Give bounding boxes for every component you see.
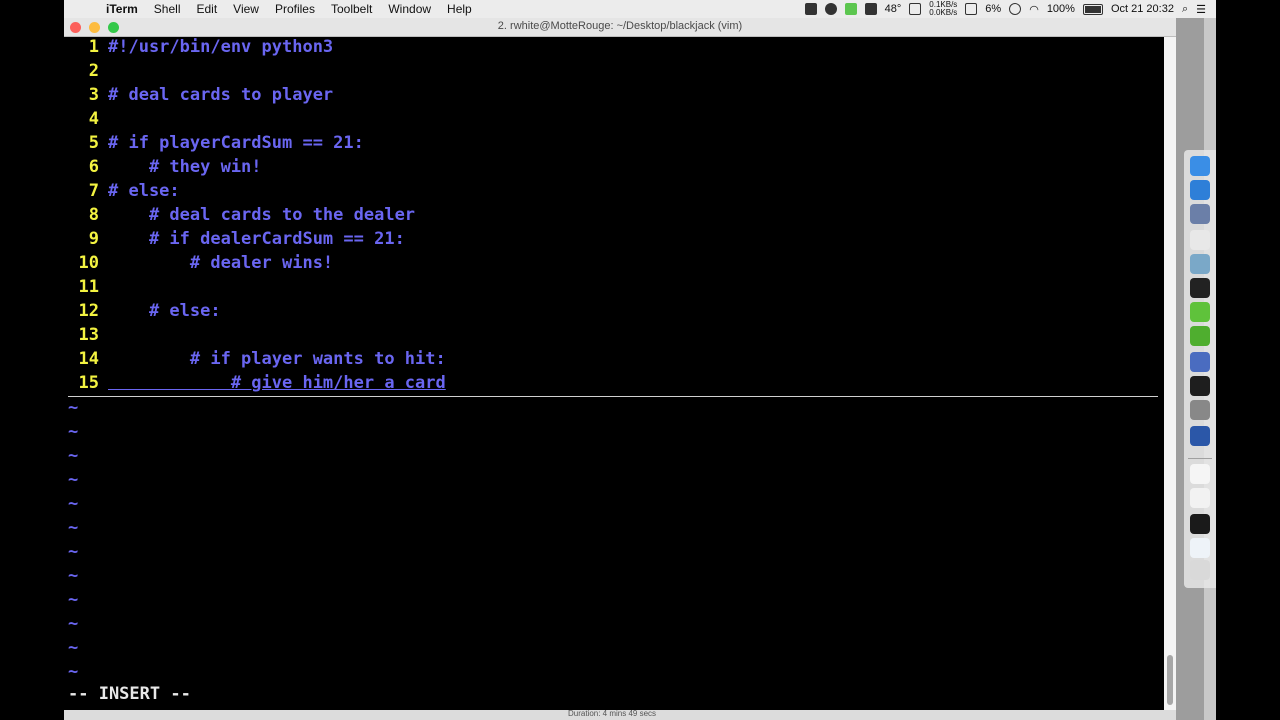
code-text[interactable]: # if player wants to hit: xyxy=(108,347,446,371)
code-text[interactable]: # they win! xyxy=(108,155,262,179)
preview-icon[interactable] xyxy=(1190,204,1210,224)
code-text[interactable]: # dealer wins! xyxy=(108,251,333,275)
code-text[interactable]: # if dealerCardSum == 21: xyxy=(108,227,405,251)
sync-icon[interactable] xyxy=(824,3,837,15)
scrollbar[interactable] xyxy=(1164,37,1176,710)
empty-line-tilde: ~ xyxy=(68,470,79,490)
menu-iterm[interactable]: iTerm xyxy=(106,2,138,16)
network-speed[interactable]: 0.1KB/s 0.0KB/s xyxy=(929,1,957,17)
gear-icon[interactable] xyxy=(1190,400,1210,420)
code-text[interactable]: # if playerCardSum == 21: xyxy=(108,131,364,155)
empty-line-tilde: ~ xyxy=(68,422,79,442)
scrollbar-thumb[interactable] xyxy=(1167,655,1173,705)
notification-center-icon[interactable]: ☰ xyxy=(1196,3,1206,16)
leaf-icon[interactable] xyxy=(1190,302,1210,322)
spotlight-icon[interactable]: ⌕ xyxy=(1182,3,1188,16)
empty-line-tilde: ~ xyxy=(68,638,79,658)
menu-toolbelt[interactable]: Toolbelt xyxy=(331,2,372,16)
window-split-line xyxy=(68,396,1158,397)
line-number: 9 xyxy=(88,229,99,249)
duration-label: Duration: 4 mins 49 secs xyxy=(568,710,657,718)
terminal-thumb-icon[interactable] xyxy=(1190,514,1210,534)
dock-separator xyxy=(1188,458,1212,459)
empty-line-tilde: ~ xyxy=(68,566,79,586)
document-icon-3[interactable] xyxy=(1190,538,1210,558)
battery-readout[interactable]: 100% xyxy=(1047,3,1075,15)
menu-window[interactable]: Window xyxy=(388,2,431,16)
empty-line-tilde: ~ xyxy=(68,542,79,562)
dropbox-icon[interactable] xyxy=(804,3,817,15)
line-number: 3 xyxy=(88,85,99,105)
empty-line-tilde: ~ xyxy=(68,398,79,418)
code-text[interactable]: # else: xyxy=(108,179,180,203)
empty-line-tilde: ~ xyxy=(68,590,79,610)
line-number: 2 xyxy=(88,61,99,81)
document-icon[interactable] xyxy=(1190,464,1210,484)
code-text[interactable]: #!/usr/bin/env python3 xyxy=(108,35,333,59)
line-number: 11 xyxy=(78,277,99,297)
empty-line-tilde: ~ xyxy=(68,494,79,514)
line-number: 5 xyxy=(88,133,99,153)
cpu-readout[interactable]: 6% xyxy=(985,3,1001,15)
time-machine-icon[interactable] xyxy=(1009,3,1022,15)
line-number: 1 xyxy=(88,37,99,57)
finder-icon[interactable] xyxy=(1190,156,1210,176)
monitor-icon[interactable] xyxy=(909,3,922,15)
line-number: 4 xyxy=(88,109,99,129)
memory-icon[interactable] xyxy=(965,3,978,15)
calendar-icon[interactable] xyxy=(1190,230,1210,250)
network-icon[interactable] xyxy=(1190,352,1210,372)
window-title: 2. rwhite@MotteRouge: ~/Desktop/blackjac… xyxy=(497,20,743,32)
empty-line-tilde: ~ xyxy=(68,662,79,682)
empty-line-tilde: ~ xyxy=(68,518,79,538)
line-number: 14 xyxy=(78,349,99,369)
code-text[interactable]: # give him/her a card xyxy=(108,371,446,395)
vim-mode-indicator: -- INSERT -- xyxy=(68,684,191,704)
menu-view[interactable]: View xyxy=(233,2,259,16)
line-number: 7 xyxy=(88,181,99,201)
terminal-area[interactable]: -- INSERT -- 1 #!/usr/bin/env python3 2 3 # … xyxy=(64,37,1164,710)
video-icon[interactable] xyxy=(1190,426,1210,446)
line-number: 15 xyxy=(78,373,99,393)
menu-profiles[interactable]: Profiles xyxy=(275,2,315,16)
code-text[interactable]: # else: xyxy=(108,299,221,323)
leaf-icon-2[interactable] xyxy=(1190,326,1210,346)
trash-icon[interactable] xyxy=(1190,560,1210,580)
menu-bar: iTerm Shell Edit View Profiles Toolbelt … xyxy=(64,0,1216,18)
safari-icon[interactable] xyxy=(1190,180,1210,200)
menu-shell[interactable]: Shell xyxy=(154,2,181,16)
status-tray: 48° 0.1KB/s 0.0KB/s 6% ◠ 100% Oct 21 20:… xyxy=(804,1,1216,17)
document-icon-2[interactable] xyxy=(1190,488,1210,508)
window-bottom-bar: Duration: 4 mins 49 secs xyxy=(64,710,1176,720)
wifi-icon[interactable]: ◠ xyxy=(1029,3,1039,16)
battery-icon[interactable] xyxy=(1082,3,1103,15)
code-text[interactable]: # deal cards to player xyxy=(108,83,333,107)
line-number: 8 xyxy=(88,205,99,225)
photos-icon[interactable] xyxy=(1190,254,1210,274)
camera-icon[interactable] xyxy=(864,3,877,15)
line-number: 13 xyxy=(78,325,99,345)
dock xyxy=(1184,150,1216,588)
line-number: 6 xyxy=(88,157,99,177)
menu-edit[interactable]: Edit xyxy=(196,2,217,16)
temperature-readout[interactable]: 48° xyxy=(885,3,902,15)
code-text[interactable]: # deal cards to the dealer xyxy=(108,203,415,227)
menu-help[interactable]: Help xyxy=(447,2,472,16)
evernote-icon[interactable] xyxy=(844,3,857,15)
line-number: 12 xyxy=(78,301,99,321)
empty-line-tilde: ~ xyxy=(68,446,79,466)
net-down: 0.0KB/s xyxy=(929,8,958,17)
empty-line-tilde: ~ xyxy=(68,614,79,634)
clock[interactable]: Oct 21 20:32 xyxy=(1111,3,1174,15)
bird-icon[interactable] xyxy=(1190,376,1210,396)
line-number: 10 xyxy=(78,253,99,273)
terminal-icon[interactable] xyxy=(1190,278,1210,298)
